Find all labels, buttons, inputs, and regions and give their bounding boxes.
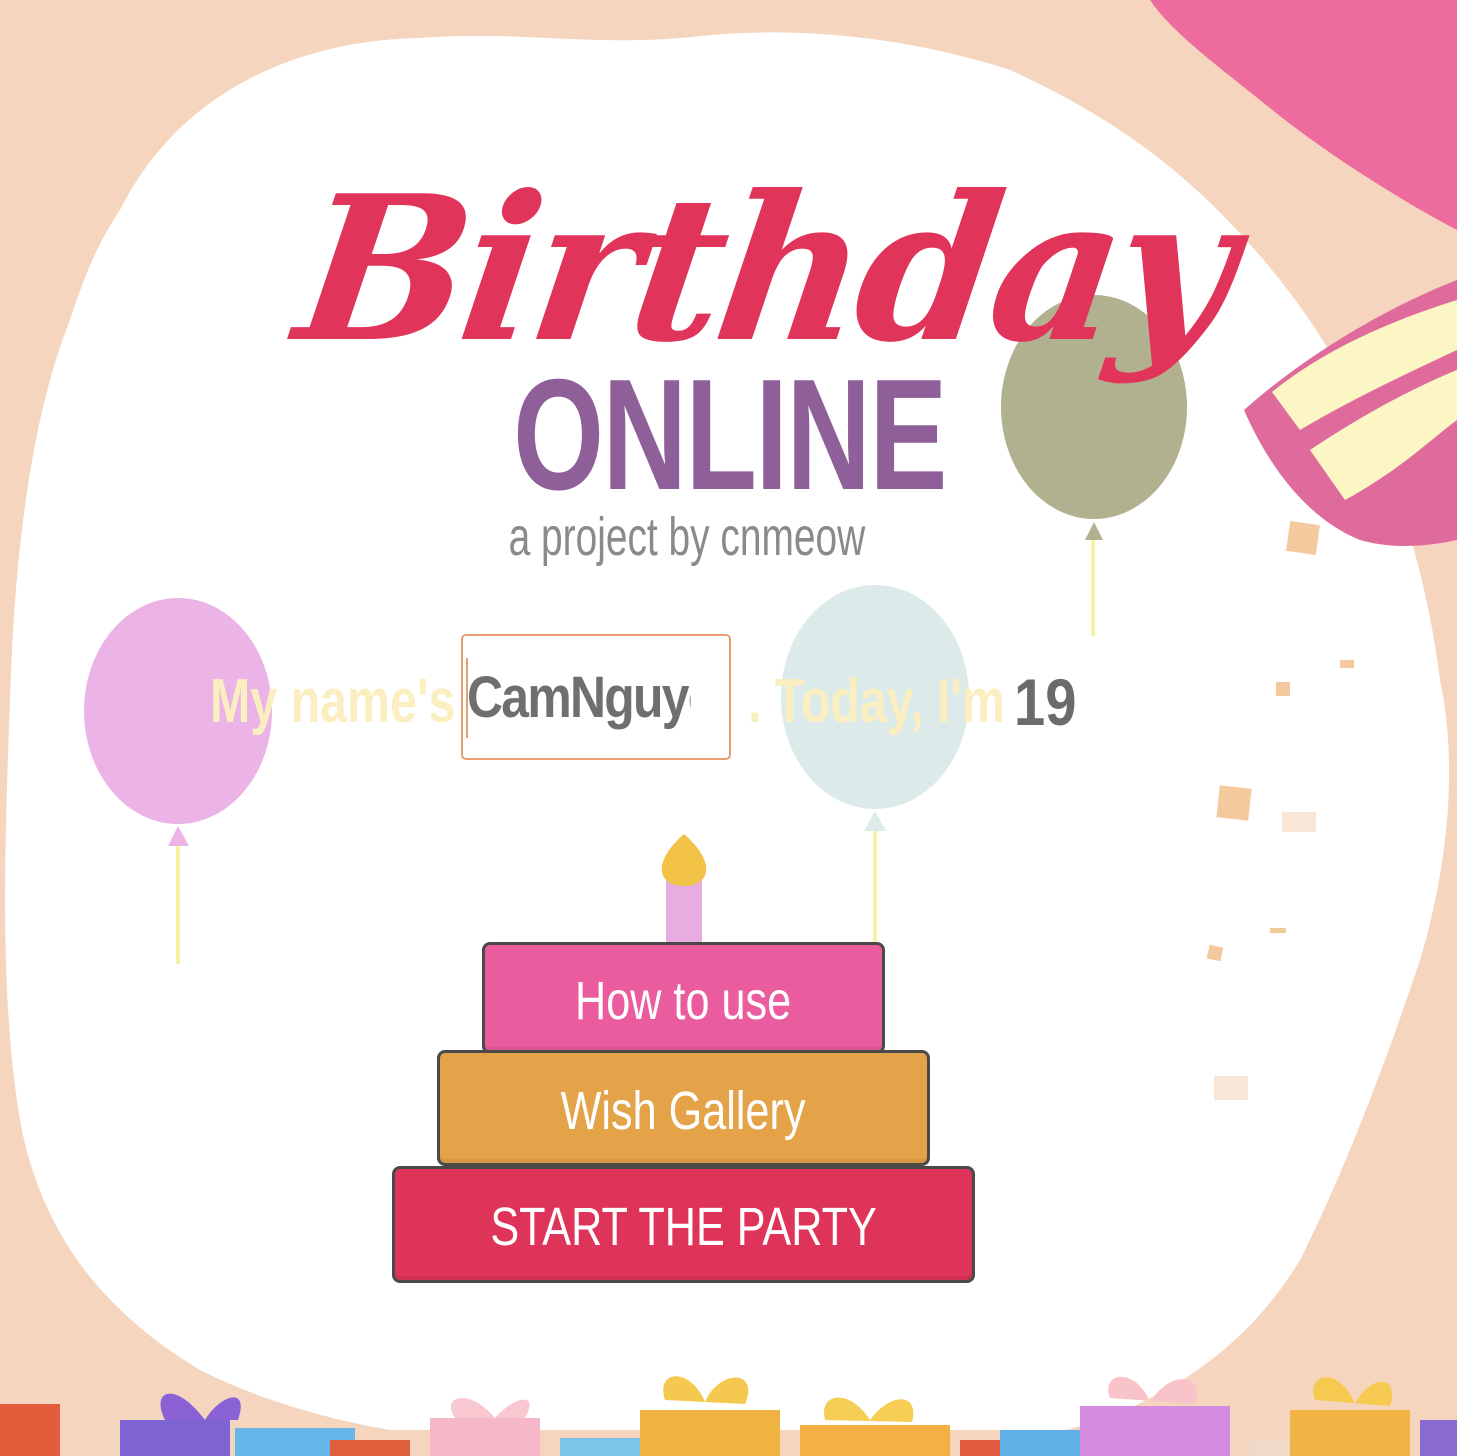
wish-gallery-label: Wish Gallery bbox=[561, 1081, 806, 1141]
subtitle: a project by cnmeow bbox=[508, 507, 866, 567]
start-party-label: START THE PARTY bbox=[490, 1197, 877, 1257]
wish-gallery-button[interactable]: Wish Gallery bbox=[437, 1050, 930, 1166]
today-label: . Today, I'm bbox=[748, 667, 1005, 736]
page-stage: Birthday ONLINE a project by cnmeow My n… bbox=[0, 0, 1457, 1456]
name-prefix-label: My name's bbox=[210, 667, 456, 736]
how-to-use-label: How to use bbox=[575, 971, 792, 1031]
start-party-button[interactable]: START THE PARTY bbox=[392, 1166, 975, 1283]
gift-boxes-icon bbox=[0, 1376, 1457, 1456]
name-field-box[interactable] bbox=[461, 634, 731, 760]
title-main: ONLINE bbox=[513, 347, 947, 523]
how-to-use-button[interactable]: How to use bbox=[482, 942, 885, 1054]
age-value[interactable]: 19 bbox=[1014, 660, 1076, 744]
name-input[interactable] bbox=[467, 654, 691, 740]
